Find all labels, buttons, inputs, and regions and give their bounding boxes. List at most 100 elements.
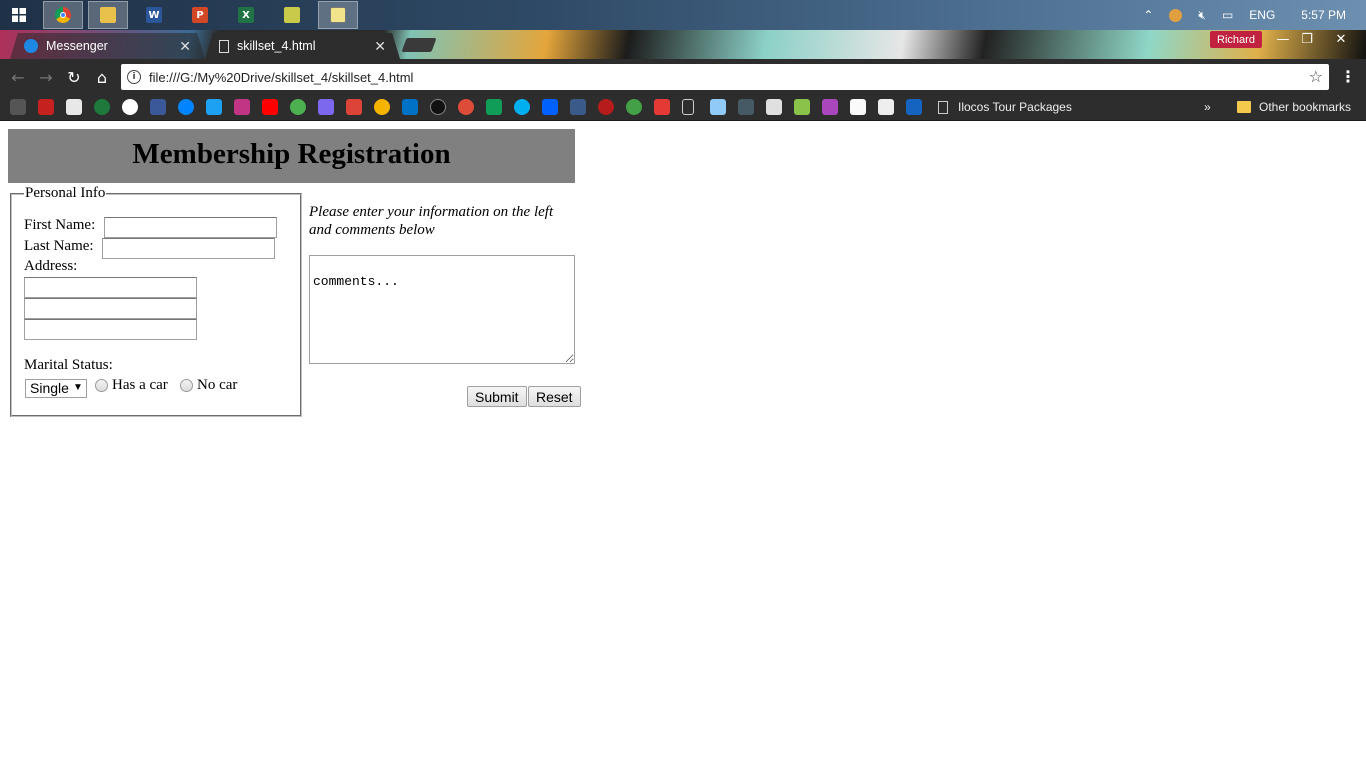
restore-icon[interactable]: ❐ [1292,30,1322,48]
shield-icon[interactable] [710,99,726,115]
submit-button[interactable]: Submit [467,386,527,407]
tab-title: Messenger [46,39,108,53]
bookmark-ilocos[interactable]: Ilocos Tour Packages [938,100,1072,114]
taskbar-file-explorer[interactable] [88,1,128,29]
gmail-icon[interactable] [38,99,54,115]
windows-start-button[interactable] [0,0,38,30]
dropbox-icon[interactable] [542,99,558,115]
bookmarks-bar: Ilocos Tour Packages » Other bookmarks [0,95,1366,121]
weather-icon[interactable] [1169,8,1183,22]
volume-muted-icon[interactable]: 🔇︎ [1198,8,1206,23]
bookmark-icon[interactable] [66,99,82,115]
windows-logo-icon [12,8,26,22]
taskbar-powerpoint[interactable]: P [180,1,220,29]
comments-textarea[interactable]: comments... [309,255,575,364]
bookmark-icon[interactable] [626,99,642,115]
bookmark-icon[interactable] [850,99,866,115]
bookmark-icon[interactable] [794,99,810,115]
document-icon[interactable] [682,99,694,115]
address-line-3-input[interactable] [24,319,197,340]
gmail-icon[interactable] [346,99,362,115]
tab-title: skillset_4.html [237,39,316,53]
folders-icon [284,7,300,23]
new-tab-button[interactable] [401,38,437,52]
bookmark-icon[interactable] [878,99,894,115]
address-line-2-input[interactable] [24,298,197,319]
has-car-radio[interactable] [95,379,108,392]
address-bar[interactable]: i file:///G:/My%20Drive/skillset_4/skill… [121,64,1329,90]
language-indicator[interactable]: ENG [1249,8,1275,22]
instagram-icon[interactable] [234,99,250,115]
github-icon[interactable] [122,99,138,115]
bookmark-label: Ilocos Tour Packages [958,100,1072,114]
no-car-radio[interactable] [180,379,193,392]
back-arrow-icon[interactable]: ← [8,67,28,87]
bookmark-icon[interactable] [318,99,334,115]
clock[interactable]: 5:57 PM [1301,8,1346,22]
bookmarks-overflow[interactable]: » [1204,100,1211,114]
first-name-label: First Name: [24,217,96,233]
messenger-icon[interactable] [178,99,194,115]
close-tab-icon[interactable]: ✕ [374,38,386,55]
powerpoint-icon: P [192,7,208,23]
close-window-icon[interactable]: ✕ [1326,30,1356,48]
skype-icon[interactable] [514,99,530,115]
address-line-1-input[interactable] [24,277,197,298]
forward-arrow-icon[interactable]: → [36,67,56,87]
close-tab-icon[interactable]: ✕ [179,38,191,55]
taskbar-excel[interactable]: X [226,1,266,29]
bookmark-icon[interactable] [598,99,614,115]
page-title: Membership Registration [132,137,451,170]
other-bookmarks[interactable]: Other bookmarks [1237,100,1351,114]
messenger-icon [24,39,38,53]
chrome-icon[interactable] [374,99,390,115]
marital-status-value[interactable]: Single [25,379,87,398]
profile-button[interactable]: Richard [1210,31,1262,48]
bookmark-icon[interactable] [654,99,670,115]
taskbar-chrome[interactable] [43,1,83,29]
google-plus-icon[interactable] [458,99,474,115]
header-banner: Membership Registration [8,129,575,183]
page-content: Membership Registration Personal Info Fi… [0,121,1366,768]
bookmark-icon[interactable] [766,99,782,115]
sheets-icon[interactable] [486,99,502,115]
bookmark-icon[interactable] [906,99,922,115]
outlook-icon[interactable] [402,99,418,115]
no-car-label: No car [197,377,238,393]
bookmark-star-icon[interactable]: ☆ [1309,67,1323,86]
bookmark-icon[interactable] [822,99,838,115]
first-name-input[interactable] [104,217,277,238]
address-label: Address: [24,258,78,274]
facebook-icon[interactable] [150,99,166,115]
info-icon[interactable]: i [127,70,141,84]
tab-skillset[interactable]: skillset_4.html ✕ [205,33,400,59]
last-name-input[interactable] [102,238,275,259]
notepad-icon [330,7,346,23]
document-icon [938,100,948,114]
menu-icon[interactable]: ⋮ [1340,67,1356,86]
reload-icon[interactable]: ↻ [64,67,84,87]
home-icon[interactable]: ⌂ [92,67,112,87]
bookmark-icon[interactable] [570,99,586,115]
word-icon: W [146,7,162,23]
url-text[interactable]: file:///G:/My%20Drive/skillset_4/skillse… [149,70,413,85]
taskbar-notepad[interactable] [318,1,358,29]
taskbar-folders[interactable] [272,1,312,29]
bookmark-icon[interactable] [738,99,754,115]
personal-info-legend: Personal Info [25,185,106,201]
network-icon[interactable]: ▭ [1222,8,1233,22]
bookmark-icon[interactable] [94,99,110,115]
spotify-icon[interactable] [430,99,446,115]
tab-messenger[interactable]: Messenger ✕ [10,33,205,59]
youtube-icon[interactable] [262,99,278,115]
bookmark-icon[interactable] [290,99,306,115]
personal-info-fieldset: Personal Info First Name: Last Name: Add… [10,185,302,417]
other-bookmarks-label: Other bookmarks [1259,100,1352,114]
reset-button[interactable]: Reset [528,386,581,407]
twitter-icon[interactable] [206,99,222,115]
bookmark-icon[interactable] [10,99,26,115]
folder-icon [100,7,116,23]
browser-toolbar: ← → ↻ ⌂ i file:///G:/My%20Drive/skillset… [0,59,1366,95]
chevron-up-icon[interactable]: ⌃ [1143,8,1153,22]
taskbar-word[interactable]: W [134,1,174,29]
